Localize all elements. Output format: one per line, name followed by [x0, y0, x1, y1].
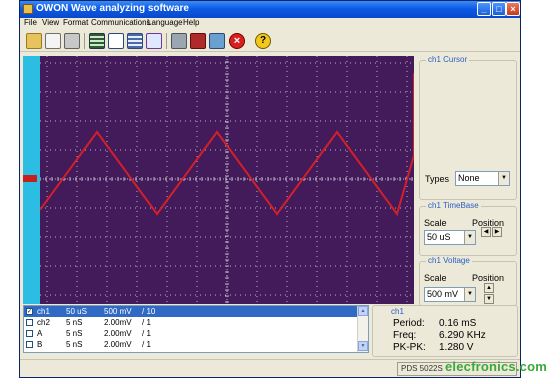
measurement-panel: ch1 Period: 0.16 mS Freq: 6.290 KHz PK-P…: [372, 305, 518, 357]
channel-time: 5 nS: [66, 318, 83, 327]
toolbar-separator: [84, 33, 85, 49]
maximize-button[interactable]: □: [492, 2, 506, 16]
freq-label: Freq:: [393, 330, 417, 341]
ch1-level-marker[interactable]: [23, 175, 37, 182]
toolbar-separator: [166, 33, 167, 49]
toolbar: × ?: [20, 30, 520, 52]
menu-communications[interactable]: Communications: [91, 18, 151, 27]
channel-list: ✓ ch1 50 uS 500 mV / 10 ch2 5 nS 2.00mV / 1 A 5 …: [23, 305, 369, 353]
title-bar[interactable]: OWON Wave analyzing software _ □ ×: [20, 1, 520, 18]
channel-name: A: [37, 329, 43, 338]
measurement-channel: ch1: [391, 307, 404, 316]
channel-volt: 500 mV: [104, 307, 132, 316]
channel-probe: / 1: [142, 340, 151, 349]
channel-time: 50 uS: [66, 307, 87, 316]
voltage-scale-label: Scale: [424, 273, 447, 283]
channel-name: ch1: [37, 307, 50, 316]
waveform-area: [23, 56, 414, 304]
arrow-up-icon[interactable]: ▲: [484, 283, 494, 293]
channel-probe: / 1: [142, 329, 151, 338]
channel-checkbox[interactable]: [26, 330, 33, 337]
channel-volt: 2.00mV: [104, 329, 132, 338]
cursor-group: ch1 Cursor Types None ▼: [419, 55, 517, 200]
chart-view-icon[interactable]: [146, 33, 162, 49]
channel-name: ch2: [37, 318, 50, 327]
channel-name: B: [37, 340, 43, 349]
menu-format[interactable]: Format: [63, 18, 88, 27]
menu-bar: File View Format Communications Language…: [20, 18, 520, 30]
window-title: OWON Wave analyzing software: [36, 3, 189, 14]
channel-time: 5 nS: [66, 329, 83, 338]
timebase-legend: ch1 TimeBase: [426, 201, 481, 210]
close-button[interactable]: ×: [506, 2, 520, 16]
channel-list-scrollbar[interactable]: ▲ ▼: [357, 306, 368, 352]
timebase-group: ch1 TimeBase Scale Position 50 uS ▼ ◀ ▶: [419, 201, 517, 256]
period-value: 0.16 mS: [439, 318, 477, 329]
chevron-down-icon[interactable]: ▼: [498, 172, 509, 185]
scroll-down-icon[interactable]: ▼: [358, 341, 368, 351]
timebase-scale-select[interactable]: 50 uS ▼: [424, 230, 476, 245]
chevron-down-icon[interactable]: ▼: [464, 231, 475, 244]
help-icon[interactable]: ?: [255, 33, 271, 49]
voltage-legend: ch1 Voltage: [426, 256, 472, 265]
channel-probe: / 1: [142, 318, 151, 327]
stop-icon[interactable]: ×: [229, 33, 245, 49]
arrow-left-icon[interactable]: ◀: [481, 227, 491, 237]
channel-row-ch1[interactable]: ✓ ch1 50 uS 500 mV / 10: [24, 306, 358, 317]
timebase-scale-label: Scale: [424, 218, 447, 228]
voltage-position-label: Position: [472, 273, 505, 283]
channel-row-b[interactable]: B 5 nS 2.00mV / 1: [24, 339, 358, 350]
chevron-down-icon[interactable]: ▼: [464, 288, 475, 301]
types-value: None: [458, 173, 480, 183]
channel-checkbox[interactable]: [26, 319, 33, 326]
table-icon[interactable]: [89, 33, 105, 49]
arrow-right-icon[interactable]: ▶: [492, 227, 502, 237]
export-icon[interactable]: [108, 33, 124, 49]
menu-file[interactable]: File: [24, 18, 37, 27]
channel-row-a[interactable]: A 5 nS 2.00mV / 1: [24, 328, 358, 339]
menu-language[interactable]: Language: [147, 18, 183, 27]
network-icon[interactable]: [209, 33, 225, 49]
device-connect-icon[interactable]: [190, 33, 206, 49]
types-label: Types: [425, 174, 450, 184]
tools-icon[interactable]: [171, 33, 187, 49]
voltage-scale-select[interactable]: 500 mV ▼: [424, 287, 476, 302]
types-select[interactable]: None ▼: [455, 171, 510, 186]
open-folder-icon[interactable]: [26, 33, 42, 49]
channel-checkbox[interactable]: [26, 341, 33, 348]
cursor-legend: ch1 Cursor: [426, 55, 470, 64]
voltage-group: ch1 Voltage Scale Position 500 mV ▼ ▲ ▼: [419, 256, 517, 306]
channel-row-ch2[interactable]: ch2 5 nS 2.00mV / 1: [24, 317, 358, 328]
minimize-button[interactable]: _: [477, 2, 491, 16]
print-preview-icon[interactable]: [45, 33, 61, 49]
pkpk-label: PK-PK:: [393, 342, 426, 353]
channel-volt: 2.00mV: [104, 340, 132, 349]
voltage-scale-value: 500 mV: [427, 289, 459, 299]
freq-value: 6.290 KHz: [439, 330, 486, 341]
channel-time: 5 nS: [66, 340, 83, 349]
pkpk-value: 1.280 V: [439, 342, 474, 353]
app-icon: [23, 4, 33, 14]
print-icon[interactable]: [64, 33, 80, 49]
watermark: elecfronics.com: [445, 359, 547, 374]
timebase-scale-value: 50 uS: [427, 232, 451, 242]
app-window: OWON Wave analyzing software _ □ × File …: [19, 0, 521, 378]
arrow-down-icon[interactable]: ▼: [484, 294, 494, 304]
channel-strip: [23, 56, 40, 304]
menu-view[interactable]: View: [42, 18, 59, 27]
settings-panel: ch1 Cursor Types None ▼ ch1 TimeBase Sca…: [419, 55, 517, 306]
list-view-icon[interactable]: [127, 33, 143, 49]
channel-checkbox[interactable]: ✓: [26, 308, 33, 315]
period-label: Period:: [393, 318, 425, 329]
waveform-plot: [40, 56, 414, 304]
menu-help[interactable]: Help: [183, 18, 199, 27]
scroll-up-icon[interactable]: ▲: [358, 306, 368, 316]
oscilloscope-screen[interactable]: [40, 56, 414, 304]
channel-probe: / 10: [142, 307, 156, 316]
channel-volt: 2.00mV: [104, 318, 132, 327]
